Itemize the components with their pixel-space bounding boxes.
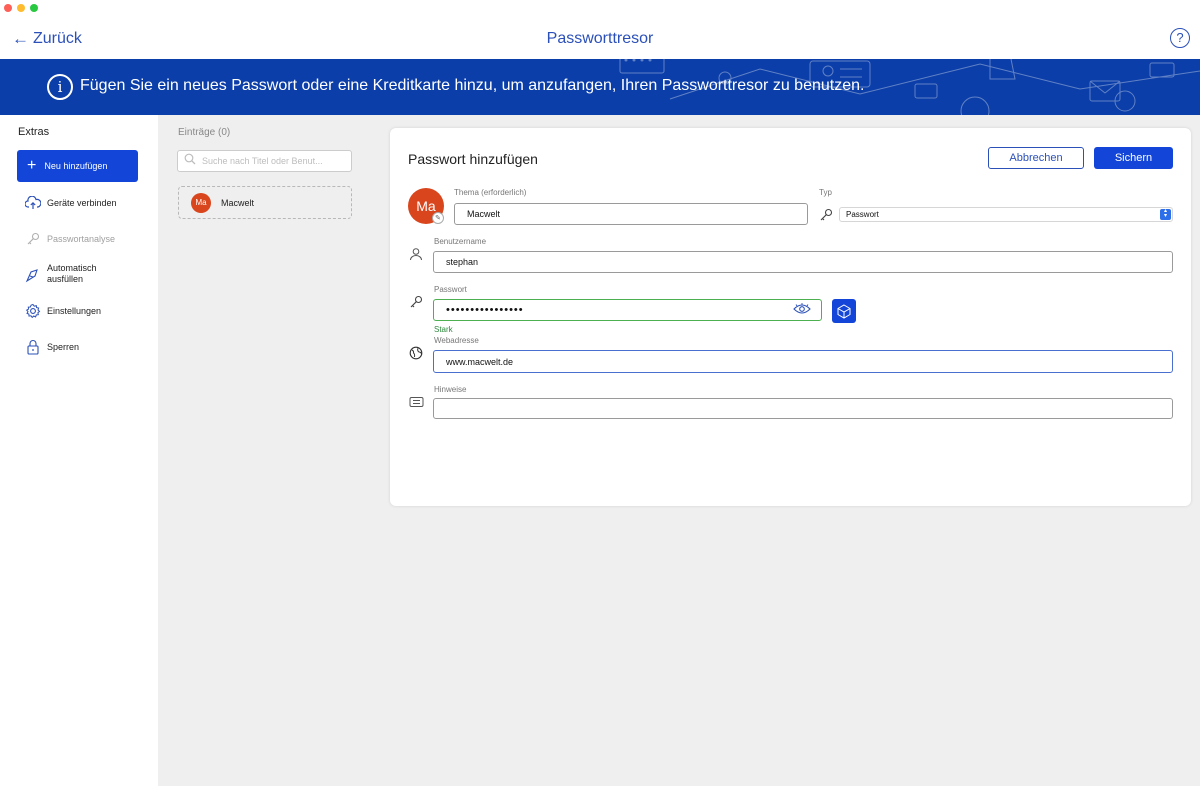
user-icon [408, 246, 424, 262]
autofill-icon [24, 267, 41, 284]
sidebar-item-label: Automatisch ausfüllen [47, 263, 97, 284]
notes-icon [408, 394, 424, 410]
sidebar-item-connect-devices[interactable]: Geräte verbinden [24, 194, 117, 211]
sidebar-item-password-analysis[interactable]: Passwortanalyse [24, 230, 115, 247]
help-icon[interactable]: ? [1170, 28, 1190, 48]
key-icon [408, 294, 424, 310]
subject-label: Thema (erforderlich) [454, 188, 527, 197]
search-box[interactable] [177, 150, 352, 172]
username-field[interactable]: stephan [433, 251, 1173, 273]
info-icon: i [47, 74, 73, 100]
subject-field[interactable]: Macwelt [454, 203, 808, 225]
info-banner: i Fügen Sie ein neues Passwort oder eine… [0, 59, 1200, 115]
add-new-label: Neu hinzufügen [44, 161, 108, 171]
search-icon [184, 152, 196, 170]
website-label: Webadresse [434, 336, 479, 345]
entry-title: Macwelt [221, 197, 255, 208]
password-strength: Stark [434, 325, 453, 334]
sidebar-item-settings[interactable]: Einstellungen [24, 302, 101, 319]
key-icon [24, 230, 41, 247]
password-value: •••••••••••••••• [446, 304, 524, 316]
banner-message: Fügen Sie ein neues Passwort oder eine K… [80, 77, 865, 94]
chevron-updown-icon: ▴ ▾ [1160, 208, 1171, 220]
avatar: Ma [191, 192, 211, 213]
generate-password-button[interactable] [832, 299, 856, 323]
sidebar-item-label: Geräte verbinden [47, 197, 117, 208]
sidebar-item-lock[interactable]: Sperren [24, 338, 79, 355]
cube-icon [837, 303, 851, 319]
type-select[interactable]: Passwort ▴ ▾ [839, 207, 1173, 222]
lock-icon [24, 338, 41, 355]
add-password-form: Passwort hinzufügen Abbrechen Sichern Ma… [390, 128, 1191, 506]
pencil-icon[interactable]: ✎ [432, 212, 444, 224]
sidebar-item-label: Sperren [47, 341, 80, 352]
password-field[interactable]: •••••••••••••••• [433, 299, 822, 321]
type-label: Typ [819, 188, 832, 197]
plus-icon: + [27, 157, 37, 174]
gear-icon [24, 302, 41, 319]
cloud-upload-icon [24, 194, 41, 211]
cancel-button[interactable]: Abbrechen [988, 147, 1084, 169]
page-title: Passworttresor [546, 30, 654, 47]
sidebar: Extras + Neu hinzufügen Geräte verbinden… [0, 115, 158, 786]
window-controls [4, 4, 38, 12]
type-value: Passwort [846, 210, 879, 219]
title-bar: ← Zurück Passworttresor ? [0, 0, 1200, 59]
key-icon [818, 207, 834, 223]
sidebar-item-label: Einstellungen [47, 305, 102, 316]
password-label: Passwort [434, 285, 467, 294]
website-field[interactable]: www.macwelt.de [433, 350, 1173, 373]
eye-icon[interactable] [793, 303, 811, 317]
notes-label: Hinweise [434, 385, 467, 394]
sidebar-heading: Extras [18, 126, 50, 138]
notes-field[interactable] [433, 398, 1173, 419]
list-item[interactable]: Ma Macwelt [178, 186, 352, 219]
form-title: Passwort hinzufügen [408, 151, 538, 167]
search-input[interactable] [202, 156, 342, 166]
add-new-button[interactable]: + Neu hinzufügen [17, 150, 138, 182]
entries-heading: Einträge (0) [178, 127, 231, 138]
sidebar-item-label: Passwortanalyse [47, 233, 116, 244]
save-button[interactable]: Sichern [1094, 147, 1173, 169]
close-window-button[interactable] [4, 4, 12, 12]
username-label: Benutzername [434, 237, 487, 246]
sidebar-item-autofill[interactable]: Automatisch ausfüllen [24, 263, 97, 285]
minimize-window-button[interactable] [17, 4, 25, 12]
zoom-window-button[interactable] [30, 4, 38, 12]
globe-icon [408, 345, 424, 361]
